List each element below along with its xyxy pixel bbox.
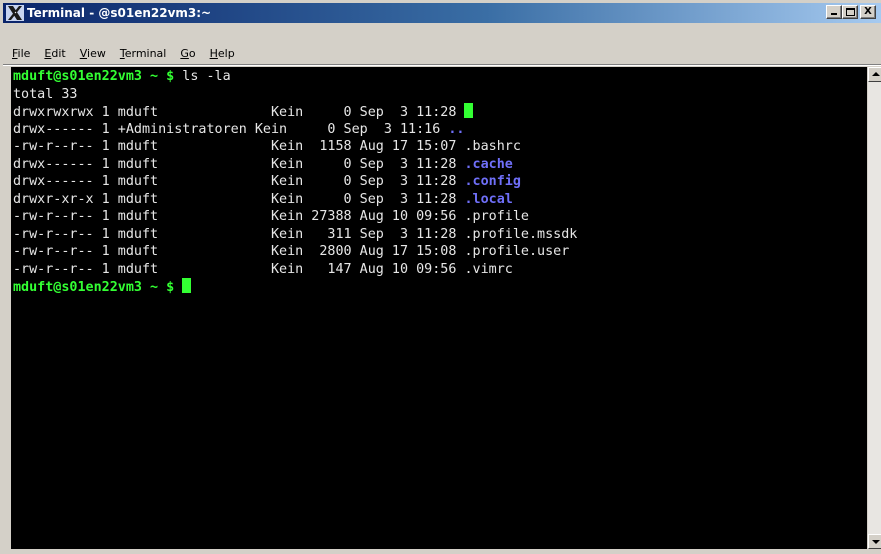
minimize-button[interactable] xyxy=(826,5,842,19)
close-button[interactable]: X xyxy=(860,5,876,19)
scroll-up-button[interactable] xyxy=(868,67,881,82)
close-icon: X xyxy=(864,6,872,17)
entry-meta: drwx------ 1 mduft Kein 0 Sep 3 11:28 xyxy=(13,156,465,172)
listing-row: -rw-r--r-- 1 mduft Kein 1158 Aug 17 15:0… xyxy=(13,138,867,156)
entry-name: .profile xyxy=(464,209,529,224)
entry-meta: drwxr-xr-x 1 mduft Kein 0 Sep 3 11:28 xyxy=(13,191,465,207)
selection-cursor xyxy=(464,103,474,118)
x-window-icon xyxy=(6,5,24,21)
listing-row: drwx------ 1 mduft Kein 0 Sep 3 11:28 .c… xyxy=(13,173,867,191)
prompt-text: mduft@s01en22vm3 ~ $ xyxy=(13,280,175,295)
listing-row: -rw-r--r-- 1 mduft Kein 27388 Aug 10 09:… xyxy=(13,208,867,226)
title-bar[interactable]: Terminal - @s01en22vm3:~ X xyxy=(3,3,881,23)
entry-name: .profile.mssdk xyxy=(464,226,578,242)
entry-meta: -rw-r--r-- 1 mduft Kein 311 Sep 3 11:28 xyxy=(13,226,465,242)
listing-row: drwxr-xr-x 1 mduft Kein 0 Sep 3 11:28 .l… xyxy=(13,191,867,209)
listing-row: -rw-r--r-- 1 mduft Kein 2800 Aug 17 15:0… xyxy=(13,243,867,261)
menu-view[interactable]: View xyxy=(73,47,113,60)
minimize-icon xyxy=(831,13,837,15)
total-line: total 33 xyxy=(13,86,78,102)
listing-row: drwx------ 1 mduft Kein 0 Sep 3 11:28 .c… xyxy=(13,156,867,174)
menu-go[interactable]: Go xyxy=(173,47,202,60)
scroll-down-button[interactable] xyxy=(868,534,881,549)
menu-edit[interactable]: Edit xyxy=(37,47,72,60)
prompt-text: mduft@s01en22vm3 ~ $ xyxy=(13,69,175,84)
entry-name: .local xyxy=(464,191,513,207)
window-bottom-edge xyxy=(1,549,881,554)
arrow-up-icon xyxy=(872,72,880,76)
maximize-button[interactable] xyxy=(842,5,858,19)
menu-help[interactable]: Help xyxy=(203,47,242,60)
maximize-icon xyxy=(846,8,855,16)
entry-meta: -rw-r--r-- 1 mduft Kein 2800 Aug 17 15:0… xyxy=(13,244,465,259)
menu-bar: File Edit View Terminal Go Help xyxy=(3,43,881,63)
entry-name: .bashrc xyxy=(464,139,521,154)
listing-row: -rw-r--r-- 1 mduft Kein 147 Aug 10 09:56… xyxy=(13,261,867,279)
command-text: ls -la xyxy=(174,69,231,84)
entry-meta: drwx------ 1 +Administratoren Kein 0 Sep… xyxy=(13,121,449,137)
menu-terminal[interactable]: Terminal xyxy=(113,47,174,60)
menu-file[interactable]: File xyxy=(3,47,37,60)
entry-name: .vimrc xyxy=(464,261,513,277)
window-title: Terminal - @s01en22vm3:~ xyxy=(27,6,212,20)
terminal-cursor xyxy=(182,278,192,293)
command-line: mduft@s01en22vm3 ~ $ ls -la xyxy=(13,68,867,86)
entry-meta: drwx------ 1 mduft Kein 0 Sep 3 11:28 xyxy=(13,174,465,189)
entry-name: .config xyxy=(464,174,521,189)
entry-name: .profile.user xyxy=(464,244,570,259)
entry-meta: -rw-r--r-- 1 mduft Kein 147 Aug 10 09:56 xyxy=(13,261,465,277)
entry-name: .. xyxy=(448,121,465,137)
terminal-window: Terminal - @s01en22vm3:~ X File Edit View T… xyxy=(0,0,881,554)
entry-meta: drwxrwxrwx 1 mduft Kein 0 Sep 3 11:28 xyxy=(13,105,465,120)
final-prompt-line: mduft@s01en22vm3 ~ $ xyxy=(13,278,867,296)
menu-separator xyxy=(3,64,881,66)
entry-meta: -rw-r--r-- 1 mduft Kein 27388 Aug 10 09:… xyxy=(13,209,465,224)
listing-row: -rw-r--r-- 1 mduft Kein 311 Sep 3 11:28 … xyxy=(13,226,867,244)
vertical-scrollbar[interactable] xyxy=(867,67,881,549)
listing-row: drwxrwxrwx 1 mduft Kein 0 Sep 3 11:28 xyxy=(13,103,867,121)
entry-meta: -rw-r--r-- 1 mduft Kein 1158 Aug 17 15:0… xyxy=(13,139,465,154)
listing-row: drwx------ 1 +Administratoren Kein 0 Sep… xyxy=(13,121,867,139)
terminal-output[interactable]: mduft@s01en22vm3 ~ $ ls -la total 33 drwxr… xyxy=(11,67,867,549)
entry-name: .cache xyxy=(464,156,513,172)
arrow-down-icon xyxy=(872,540,880,544)
